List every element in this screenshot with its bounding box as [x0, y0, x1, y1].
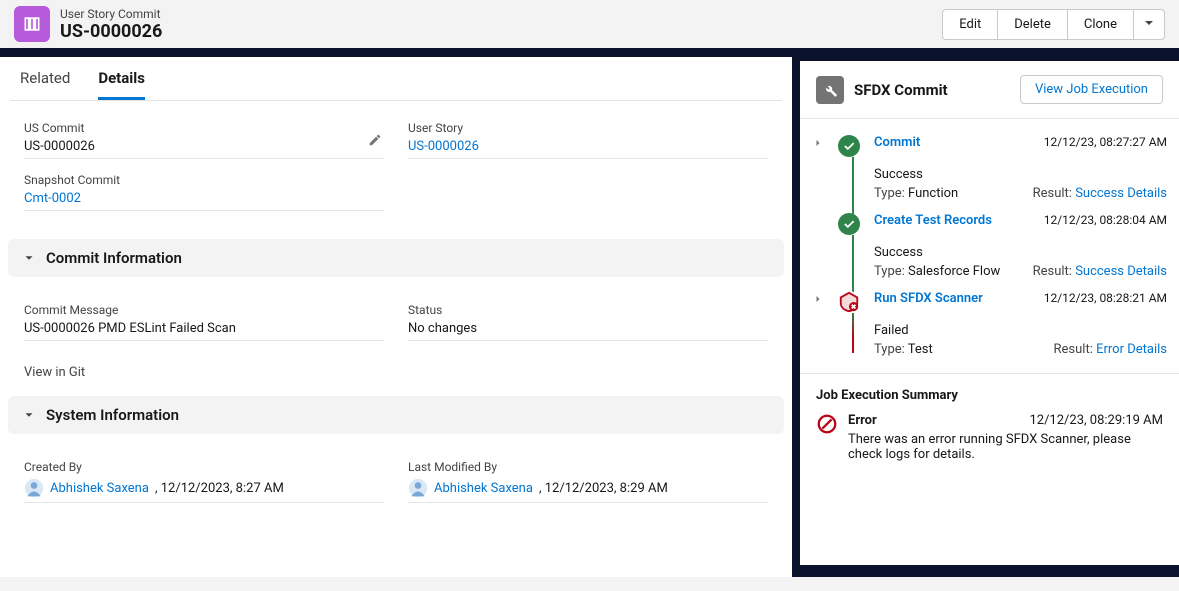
- record-type-icon: [14, 6, 50, 42]
- tab-details[interactable]: Details: [98, 69, 145, 100]
- edit-pencil-icon[interactable]: [368, 133, 382, 151]
- field-label: US Commit: [24, 121, 384, 135]
- last-modified-by-user-link[interactable]: Abhishek Saxena: [434, 481, 533, 496]
- record-type-label: User Story Commit: [60, 7, 162, 21]
- step-result: Result: Error Details: [1054, 342, 1167, 357]
- chevron-down-icon: [22, 408, 36, 422]
- step-timestamp: 12/12/23, 08:28:21 AM: [1044, 291, 1167, 305]
- execution-panel-header: SFDX Commit View Job Execution: [800, 61, 1179, 119]
- step-timestamp: 12/12/23, 08:27:27 AM: [1044, 135, 1167, 149]
- execution-step: Commit 12/12/23, 08:27:27 AM Success Typ…: [812, 129, 1167, 207]
- field-label: Snapshot Commit: [24, 173, 384, 187]
- right-outer: SFDX Commit View Job Execution Commit 12…: [800, 57, 1179, 577]
- expand-step-chevron[interactable]: [812, 137, 830, 153]
- more-actions-dropdown[interactable]: [1133, 9, 1165, 40]
- execution-panel: SFDX Commit View Job Execution Commit 12…: [800, 57, 1179, 565]
- field-snapshot-commit: Snapshot Commit Cmt-0002: [24, 173, 384, 211]
- step-timestamp: 12/12/23, 08:28:04 AM: [1044, 213, 1167, 227]
- field-user-story: User Story US-0000026: [408, 121, 768, 159]
- details-panel: Related Details US Commit US-0000026 Use…: [0, 57, 800, 577]
- field-created-by: Created By Abhishek Saxena , 12/12/2023,…: [24, 460, 384, 503]
- record-title: US-0000026: [60, 21, 162, 42]
- error-icon: [838, 291, 860, 313]
- summary-message: There was an error running SFDX Scanner,…: [848, 432, 1148, 462]
- step-status: Success: [874, 245, 1033, 260]
- field-value: US-0000026: [24, 139, 384, 154]
- system-info-fields: Created By Abhishek Saxena , 12/12/2023,…: [0, 440, 792, 525]
- details-fields: US Commit US-0000026 User Story US-00000…: [0, 101, 792, 233]
- execution-steps: Commit 12/12/23, 08:27:27 AM Success Typ…: [800, 119, 1179, 374]
- execution-step: Run SFDX Scanner 12/12/23, 08:28:21 AM F…: [812, 285, 1167, 363]
- last-modified-by-datetime: , 12/12/2023, 8:29 AM: [539, 481, 668, 496]
- field-label: Last Modified By: [408, 460, 768, 474]
- step-result: Result: Success Details: [1033, 186, 1167, 201]
- field-status: Status No changes: [408, 303, 768, 341]
- result-link[interactable]: Error Details: [1096, 342, 1167, 357]
- avatar: [24, 478, 44, 498]
- clone-button[interactable]: Clone: [1067, 9, 1134, 40]
- field-last-modified-by: Last Modified By Abhishek Saxena , 12/12…: [408, 460, 768, 503]
- step-result: Result: Success Details: [1033, 264, 1167, 279]
- created-by-user-link[interactable]: Abhishek Saxena: [50, 481, 149, 496]
- field-us-commit: US Commit US-0000026: [24, 121, 384, 159]
- field-commit-message: Commit Message US-0000026 PMD ESLint Fai…: [24, 303, 384, 341]
- view-job-execution-button[interactable]: View Job Execution: [1020, 75, 1163, 104]
- avatar: [408, 478, 428, 498]
- result-link[interactable]: Success Details: [1075, 264, 1167, 279]
- step-status: Success: [874, 167, 1033, 182]
- section-title: System Information: [46, 406, 179, 424]
- section-system-information[interactable]: System Information: [8, 396, 784, 434]
- field-label: Status: [408, 303, 768, 317]
- step-type: Type: Function: [874, 186, 1033, 201]
- created-by-datetime: , 12/12/2023, 8:27 AM: [155, 481, 284, 496]
- section-commit-information[interactable]: Commit Information: [8, 239, 784, 277]
- step-title-link[interactable]: Run SFDX Scanner: [874, 291, 1036, 306]
- delete-button[interactable]: Delete: [997, 9, 1068, 40]
- error-icon: [816, 413, 838, 435]
- summary-timestamp: 12/12/23, 08:29:19 AM: [1029, 413, 1163, 428]
- field-label: User Story: [408, 121, 768, 135]
- tab-related[interactable]: Related: [20, 69, 70, 100]
- chevron-down-icon: [1144, 18, 1154, 28]
- execution-title: SFDX Commit: [854, 81, 948, 99]
- wrench-icon: [816, 76, 844, 104]
- header-actions: Edit Delete Clone: [942, 9, 1165, 40]
- field-value: No changes: [408, 321, 768, 336]
- step-title-link[interactable]: Commit: [874, 135, 1036, 150]
- user-story-link[interactable]: US-0000026: [408, 139, 479, 154]
- summary-title: Job Execution Summary: [816, 388, 1163, 403]
- success-icon: [838, 213, 860, 235]
- nav-strip: [0, 48, 1179, 57]
- field-value: US-0000026 PMD ESLint Failed Scan: [24, 321, 384, 336]
- title-block: User Story Commit US-0000026: [60, 7, 162, 42]
- job-execution-summary: Job Execution Summary Error 12/12/23, 08…: [800, 374, 1179, 476]
- header-left: User Story Commit US-0000026: [14, 6, 162, 42]
- snapshot-commit-link[interactable]: Cmt-0002: [24, 191, 81, 206]
- execution-step: Create Test Records 12/12/23, 08:28:04 A…: [812, 207, 1167, 285]
- step-title-link[interactable]: Create Test Records: [874, 213, 1036, 228]
- expand-step-chevron[interactable]: [812, 293, 830, 309]
- tabset: Related Details: [10, 57, 782, 101]
- view-in-git-link[interactable]: View in Git: [0, 363, 792, 390]
- step-type: Type: Salesforce Flow: [874, 264, 1033, 279]
- section-title: Commit Information: [46, 249, 182, 267]
- edit-button[interactable]: Edit: [942, 9, 998, 40]
- page-header: User Story Commit US-0000026 Edit Delete…: [0, 0, 1179, 48]
- field-label: Created By: [24, 460, 384, 474]
- chevron-down-icon: [22, 251, 36, 265]
- commit-info-fields: Commit Message US-0000026 PMD ESLint Fai…: [0, 283, 792, 363]
- step-type: Type: Test: [874, 342, 1054, 357]
- main-area: Related Details US Commit US-0000026 Use…: [0, 57, 1179, 577]
- success-icon: [838, 135, 860, 157]
- field-label: Commit Message: [24, 303, 384, 317]
- summary-error-label: Error: [848, 413, 877, 428]
- step-status: Failed: [874, 323, 1054, 338]
- result-link[interactable]: Success Details: [1075, 186, 1167, 201]
